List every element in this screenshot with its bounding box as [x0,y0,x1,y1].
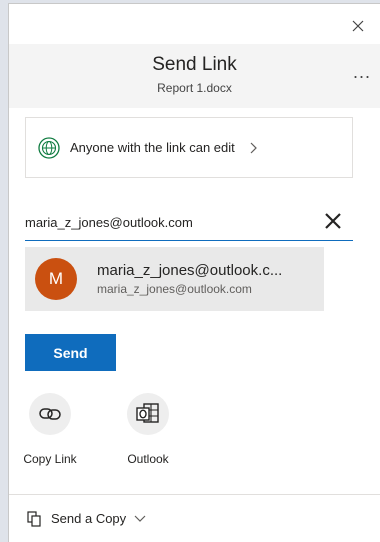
file-name: Report 1.docx [157,81,232,95]
close-icon [325,213,341,229]
dialog-title: Send Link [152,54,237,75]
dialog-header: Send Link Report 1.docx ... [9,44,380,108]
copy-link-button[interactable]: Copy Link [18,393,82,466]
chevron-down-icon [134,515,146,522]
more-options-button[interactable]: ... [350,60,374,84]
chevron-right-icon [250,142,257,153]
send-a-copy-label: Send a Copy [51,511,127,526]
close-icon [352,20,364,32]
link-icon [39,408,61,420]
avatar: M [35,258,77,300]
copy-link-label: Copy Link [23,452,77,466]
send-button[interactable]: Send [25,334,116,371]
globe-icon [38,136,60,159]
link-permission-text: Anyone with the link can edit [70,140,235,155]
suggestion-name: maria_z_jones@outlook.c... [97,262,283,279]
outlook-icon [136,403,159,423]
close-button[interactable] [346,14,370,38]
outlook-button[interactable]: Outlook [116,393,180,466]
recipient-input[interactable] [25,211,305,233]
recipient-field [25,207,353,241]
suggestion-email: maria_z_jones@outlook.com [97,282,252,296]
send-a-copy-button[interactable]: Send a Copy [27,510,146,527]
outlook-label: Outlook [127,452,169,466]
clear-recipient-button[interactable] [323,211,343,231]
send-link-dialog: Send Link Report 1.docx ... Anyone with … [8,3,380,542]
footer: Send a Copy [9,494,380,542]
copy-icon [27,510,41,527]
recipient-suggestion[interactable]: M maria_z_jones@outlook.c... maria_z_jon… [25,247,324,311]
link-permission-button[interactable]: Anyone with the link can edit [25,117,353,178]
